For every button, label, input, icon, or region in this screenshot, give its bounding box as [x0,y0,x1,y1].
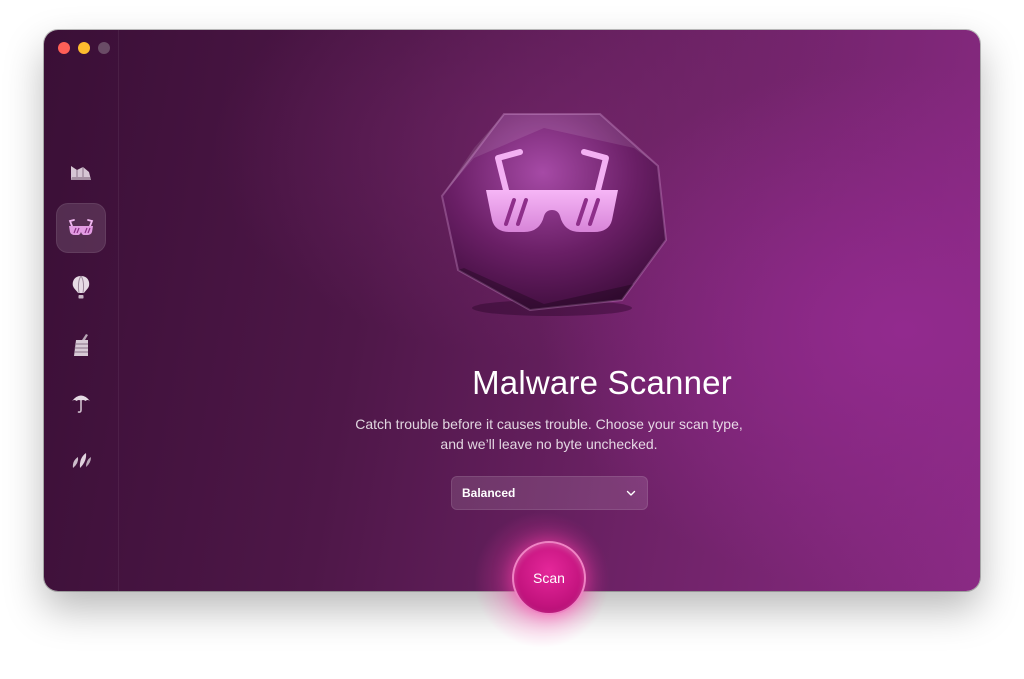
scan-button[interactable]: Scan [512,541,586,615]
sunglasses-icon [68,219,94,235]
sidebar [44,30,119,591]
description-line-2: and we’ll leave no byte unchecked. [440,436,658,452]
sidebar-item-applications[interactable] [56,320,106,370]
app-window: Malware Scanner Catch trouble before it … [44,30,980,591]
page-title: Malware Scanner [472,364,732,401]
air-balloon-icon [72,275,90,299]
sidebar-item-protection[interactable] [56,203,106,253]
scan-type-value: Balanced [462,486,516,500]
hero-illustration [434,108,670,318]
sidebar-item-speed[interactable] [56,262,106,312]
leaves-icon [72,453,91,468]
sidebar-item-cleanup[interactable] [56,147,106,197]
page-description: Catch trouble before it causes trouble. … [284,414,814,454]
chevron-down-icon [625,487,637,499]
umbrella-icon [72,395,90,413]
broom-stack-icon [71,166,91,180]
sidebar-item-assistant[interactable] [56,434,106,484]
cabinet-icon [74,334,88,356]
description-line-1: Catch trouble before it causes trouble. … [355,416,743,432]
sunglasses-icon [440,113,668,316]
sidebar-item-clutter[interactable] [56,377,106,427]
scan-type-dropdown[interactable]: Balanced [451,476,648,510]
